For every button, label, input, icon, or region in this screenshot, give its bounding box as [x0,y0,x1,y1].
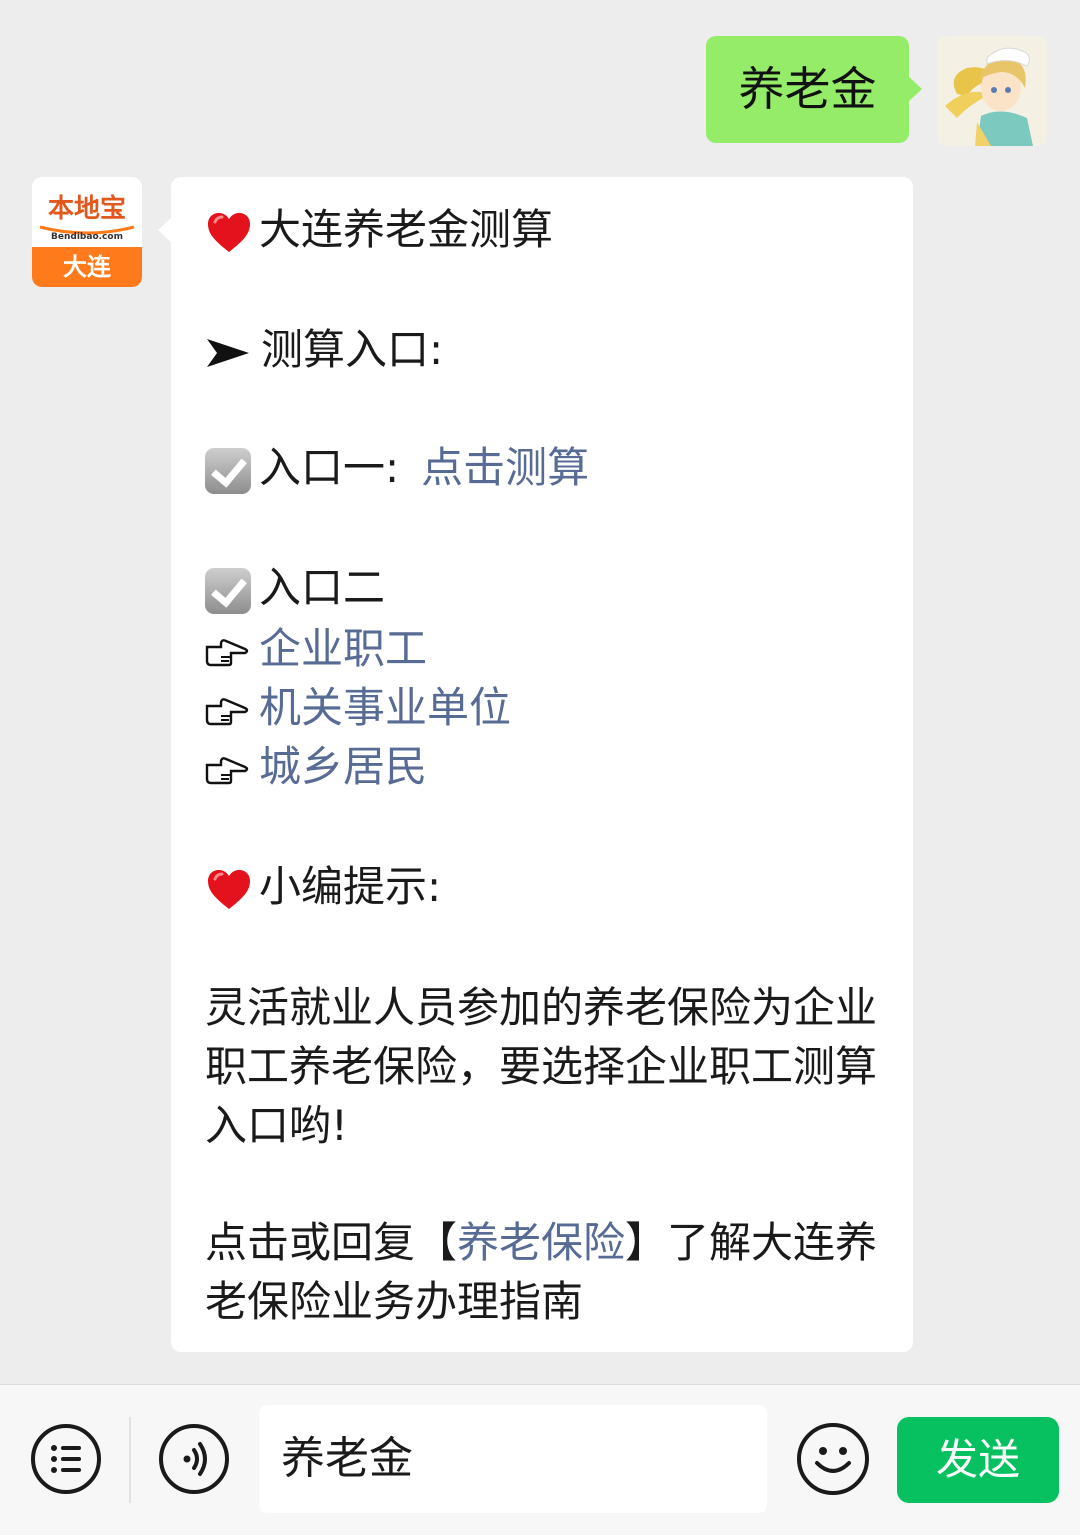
link-government-institutions[interactable]: 机关事业单位 [259,683,511,732]
logo-domain-text: Bendibao.com [51,232,123,242]
toolbar-divider [129,1417,131,1503]
tip-heading: 小编提示: [259,862,442,911]
menu-button[interactable] [31,1424,101,1494]
tip-heading-line: 小编提示: [205,857,441,917]
user-avatar[interactable] [937,36,1047,146]
residents-link-line: 城乡居民 [205,737,427,797]
voice-button[interactable] [159,1424,229,1494]
entry-one-link[interactable]: 点击测算 [421,443,589,492]
bot-avatar[interactable]: 本地宝 Bendibao.com 大连 [32,177,142,287]
menu-list-icon [51,1445,81,1473]
pointing-hand-icon [205,756,249,784]
link-enterprise-employees[interactable]: 企业职工 [259,624,427,673]
pointing-hand-icon [205,638,249,666]
title-line: 大连养老金测算 [205,200,553,260]
entry-heading: 测算入口: [261,325,444,374]
reply-text: 点击或回复【养老保险】了解大连养老保险业务办理指南 [205,1213,885,1331]
entry-two-line: 入口二 [205,558,385,618]
input-bar: 养老金 发送 [0,1384,1080,1535]
link-urban-rural-residents[interactable]: 城乡居民 [259,742,427,791]
red-heart-icon [208,212,250,252]
emoji-icon [815,1447,851,1473]
message-input[interactable]: 养老金 [259,1405,767,1513]
user-message-bubble[interactable]: 养老金 [706,36,922,143]
institution-link-line: 机关事业单位 [205,678,511,738]
send-button[interactable]: 发送 [897,1417,1059,1503]
checkbox-checked-icon [205,567,251,614]
chat-area: 养老金 本地宝 Bendibao.com 大连 大连养老金测算 测算入口: 入口… [0,0,1080,1384]
message-title: 大连养老金测算 [259,205,554,254]
reply-prefix: 点击或回复【 [205,1218,458,1267]
checkbox-checked-icon [205,447,251,494]
pointing-hand-icon [205,697,249,725]
arrow-right-icon [207,338,249,367]
enterprise-link-line: 企业职工 [205,619,427,679]
message-input-value: 养老金 [281,1433,413,1484]
reply-link-pension-insurance[interactable]: 养老保险 [457,1218,625,1267]
bendibao-logo-icon: 本地宝 Bendibao.com 大连 [32,177,142,287]
user-avatar-image [937,36,1047,146]
user-message-text: 养老金 [738,62,877,116]
entry-two-label: 入口二 [259,563,386,612]
emoji-button[interactable] [797,1423,869,1495]
entry-one-label: 入口一: [259,443,400,492]
red-heart-icon [208,869,250,909]
voice-icon [183,1442,207,1476]
bot-message-bubble: 大连养老金测算 测算入口: 入口一: 点击测算 入口二 企业职工 机关事业单位 [158,177,913,1352]
entry-heading-line: 测算入口: [205,320,443,380]
tip-text: 灵活就业人员参加的养老保险为企业职工养老保险，要选择企业职工测算入口哟! [205,983,878,1150]
entry-one-line: 入口一: 点击测算 [205,438,589,498]
logo-city-text: 大连 [63,253,112,281]
logo-brand-text: 本地宝 [48,193,126,224]
